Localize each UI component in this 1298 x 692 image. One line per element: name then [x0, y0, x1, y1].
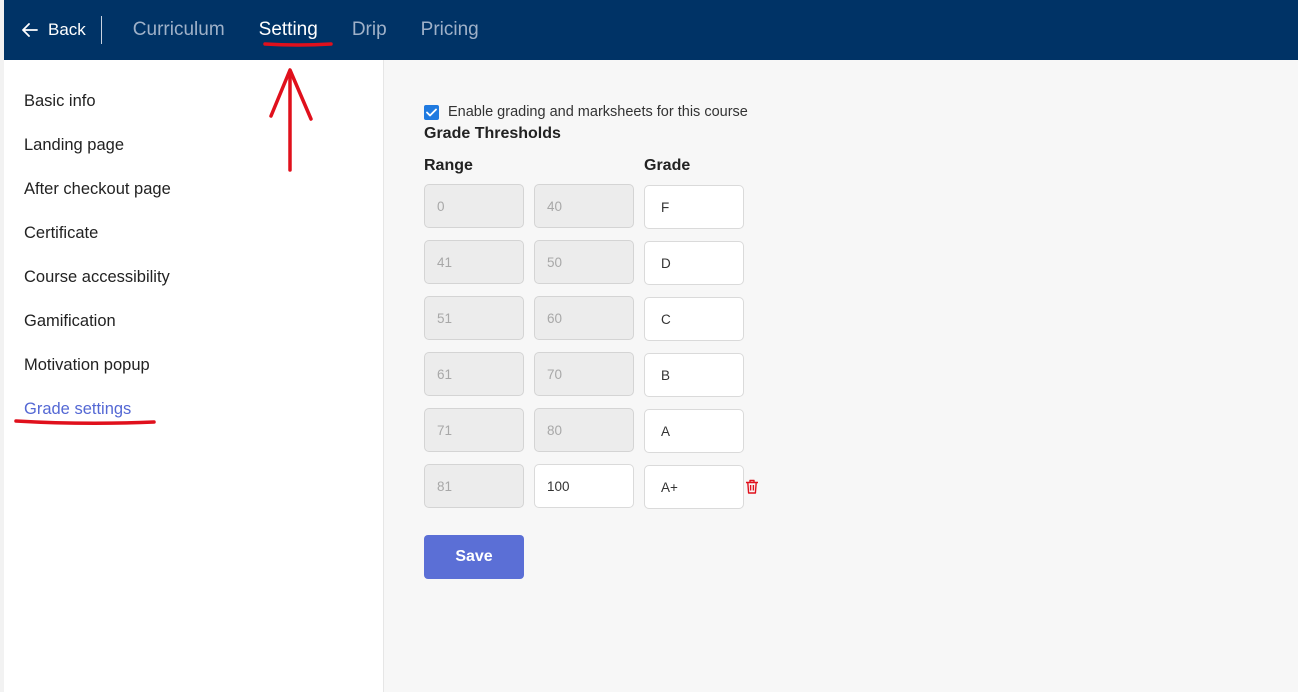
range-max-input: 70 — [534, 352, 634, 396]
sidebar-item-landing-page[interactable]: Landing page — [24, 136, 124, 155]
grade-input[interactable]: C — [644, 297, 744, 341]
range-max-input: 80 — [534, 408, 634, 452]
range-max-input[interactable]: 100 — [534, 464, 634, 508]
section-title: Grade Thresholds — [424, 125, 561, 142]
sidebar-item-certificate[interactable]: Certificate — [24, 224, 98, 243]
grade-input[interactable]: A — [644, 409, 744, 453]
sidebar-item-motivation-popup[interactable]: Motivation popup — [24, 356, 150, 375]
grade-input[interactable]: D — [644, 241, 744, 285]
range-max-input: 40 — [534, 184, 634, 228]
back-label: Back — [48, 20, 86, 39]
grade-input[interactable]: A+ — [644, 465, 744, 509]
tab-setting[interactable]: Setting — [257, 19, 320, 41]
sidebar-item-gamification[interactable]: Gamification — [24, 312, 116, 331]
checkmark-icon — [426, 108, 437, 116]
settings-sidebar: Basic info Landing page After checkout p… — [4, 60, 384, 692]
enable-grading-checkbox[interactable] — [424, 104, 439, 120]
top-nav: Back Curriculum Setting Drip Pricing — [4, 0, 1298, 60]
range-min-input: 61 — [424, 352, 524, 396]
range-min-input: 51 — [424, 296, 524, 340]
range-min-input: 71 — [424, 408, 524, 452]
tab-curriculum[interactable]: Curriculum — [131, 19, 227, 41]
range-min-input: 81 — [424, 464, 524, 508]
enable-grading-label: Enable grading and marksheets for this c… — [448, 104, 748, 120]
enable-grading-row: Enable grading and marksheets for this c… — [424, 104, 748, 120]
grade-input[interactable]: F — [644, 185, 744, 229]
nav-divider — [100, 16, 102, 44]
back-button[interactable]: Back — [22, 20, 86, 40]
sidebar-item-course-accessibility[interactable]: Course accessibility — [24, 268, 170, 287]
range-header: Range — [424, 157, 473, 174]
range-max-input: 50 — [534, 240, 634, 284]
save-button[interactable]: Save — [424, 535, 524, 579]
grade-header: Grade — [644, 157, 691, 174]
tab-drip[interactable]: Drip — [350, 19, 389, 41]
sidebar-item-basic-info[interactable]: Basic info — [24, 92, 96, 111]
tab-pricing[interactable]: Pricing — [419, 19, 481, 41]
grade-input[interactable]: B — [644, 353, 744, 397]
trash-icon[interactable] — [745, 479, 759, 494]
range-max-input: 60 — [534, 296, 634, 340]
range-min-input: 41 — [424, 240, 524, 284]
sidebar-item-after-checkout-page[interactable]: After checkout page — [24, 180, 171, 199]
range-min-input: 0 — [424, 184, 524, 228]
sidebar-item-grade-settings[interactable]: Grade settings — [24, 400, 131, 419]
arrow-left-icon — [22, 23, 38, 37]
grade-settings-panel: Enable grading and marksheets for this c… — [384, 60, 1298, 692]
